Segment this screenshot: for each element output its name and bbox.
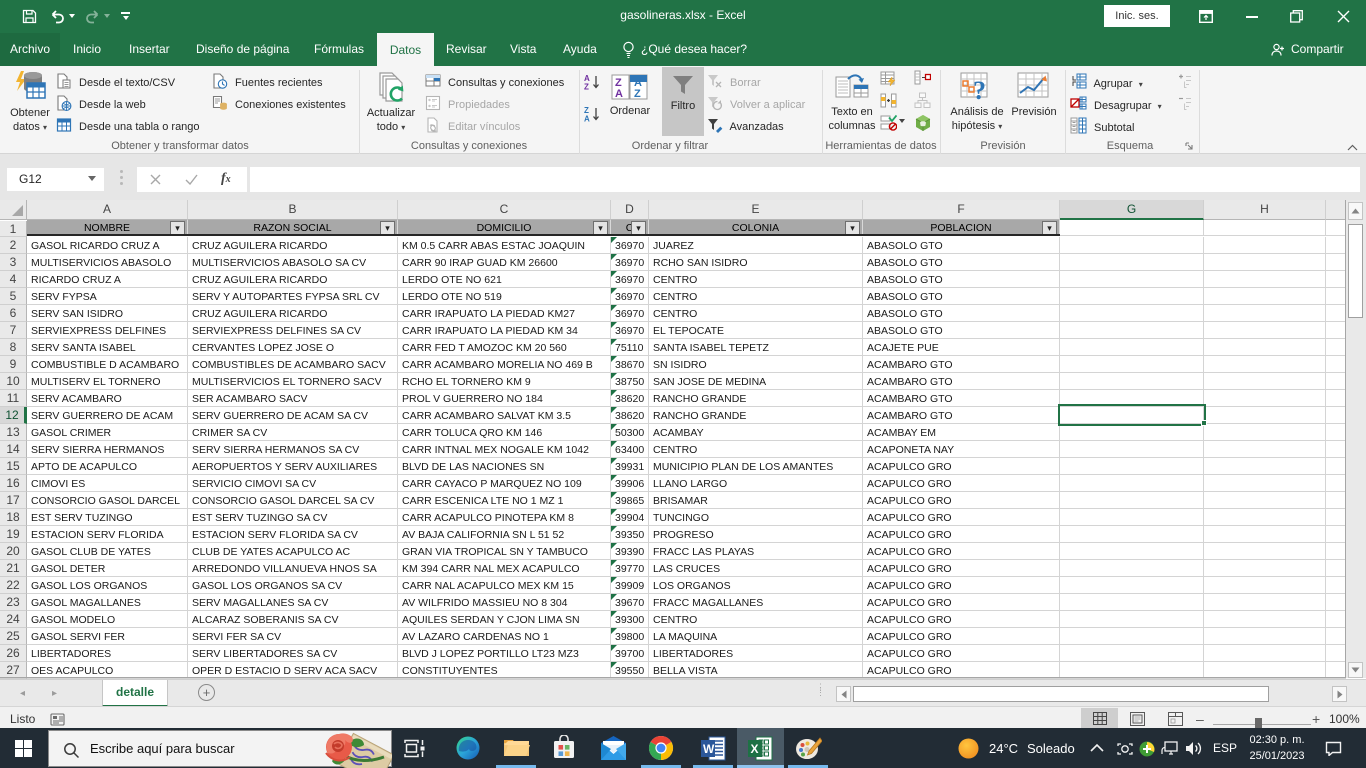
svg-text:W: W <box>703 742 715 756</box>
svg-text:X: X <box>751 742 759 756</box>
svg-text:Z: Z <box>634 88 641 100</box>
svg-text:A: A <box>615 88 623 100</box>
svg-text:A: A <box>584 115 590 123</box>
svg-text:Z: Z <box>584 83 589 91</box>
svg-text:?: ? <box>973 76 986 103</box>
